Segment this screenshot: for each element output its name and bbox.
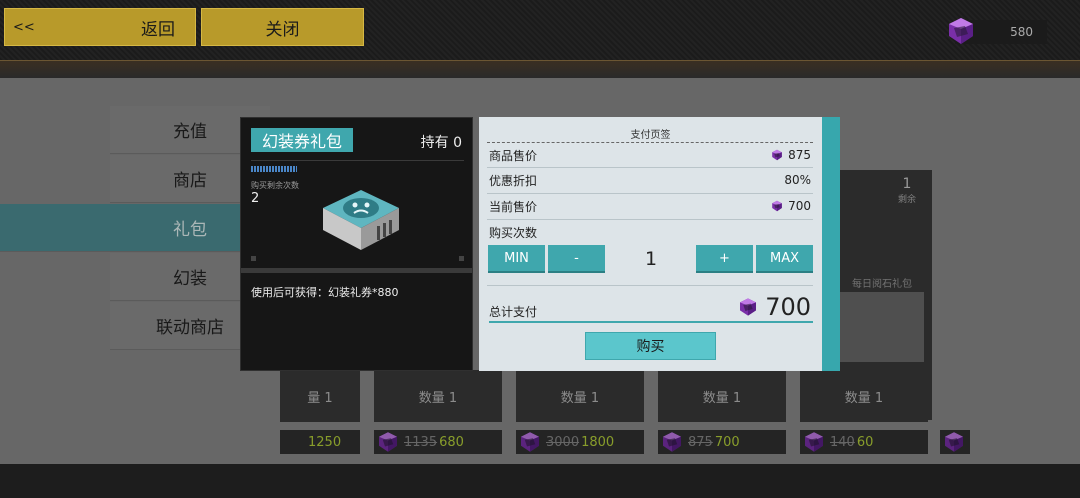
discount-label: 优惠折扣 xyxy=(489,173,538,188)
buy-button[interactable]: 购买 xyxy=(585,332,716,360)
gift-box-icon xyxy=(323,190,399,250)
divider xyxy=(241,268,472,273)
minus-button[interactable]: - xyxy=(548,245,605,273)
discount-row: 优惠折扣 80% xyxy=(489,169,811,191)
top-bar-divider xyxy=(0,60,1080,78)
remaining-purchases-label: 购买剩余次数 xyxy=(251,181,299,190)
max-button[interactable]: MAX xyxy=(756,245,813,273)
item-title: 幻装券礼包 xyxy=(251,128,353,152)
corner-marker xyxy=(459,256,464,261)
min-button[interactable]: MIN xyxy=(488,245,545,273)
total-value: 700 xyxy=(765,293,811,321)
current-price-label: 当前售价 xyxy=(489,199,538,214)
purple-gem-icon xyxy=(949,18,973,44)
remaining-purchases-value: 2 xyxy=(251,191,260,206)
bottom-bar xyxy=(0,464,1080,498)
item-detail-panel: 幻装券礼包 持有 0 购买剩余次数 2 使用后可获得：幻装礼券*880 xyxy=(240,117,473,371)
divider xyxy=(487,193,813,194)
plus-button[interactable]: + xyxy=(696,245,753,273)
purple-gem-icon xyxy=(740,298,757,316)
back-chevron-icon: << xyxy=(13,19,35,35)
divider xyxy=(487,167,813,168)
item-description: 使用后可获得：幻装礼券*880 xyxy=(251,286,399,299)
divider xyxy=(487,142,813,143)
payment-panel: 支付页签 商品售价 875 优惠折扣 80% 当前售价 700 购买次数 MIN… xyxy=(479,117,822,371)
back-button-label: 返回 xyxy=(141,19,175,40)
owned-count: 持有 0 xyxy=(420,135,462,151)
purchase-limit-bar xyxy=(251,166,297,172)
currency-amount: 580 xyxy=(1010,25,1033,39)
price-value: 875 xyxy=(788,148,811,162)
total-label: 总计支付 xyxy=(489,305,538,319)
price-row: 商品售价 875 xyxy=(489,144,811,166)
divider xyxy=(487,219,813,220)
quantity-value: 1 xyxy=(644,248,658,270)
current-price-value: 700 xyxy=(788,199,811,213)
total-row: 总计支付 700 xyxy=(489,293,813,323)
purple-gem-icon xyxy=(772,200,782,212)
close-button[interactable]: 关闭 xyxy=(201,8,364,46)
quantity-label: 购买次数 xyxy=(489,225,538,240)
divider xyxy=(487,285,813,286)
divider xyxy=(251,160,464,161)
price-label: 商品售价 xyxy=(489,148,538,163)
payment-title: 支付页签 xyxy=(630,130,671,141)
current-price-row: 当前售价 700 xyxy=(489,195,811,217)
quantity-label-row: 购买次数 xyxy=(489,221,811,243)
corner-marker xyxy=(251,256,256,261)
payment-panel-edge xyxy=(822,117,840,371)
purple-gem-icon xyxy=(772,149,782,161)
back-button[interactable]: << 返回 xyxy=(4,8,196,46)
discount-value: 80% xyxy=(784,173,811,187)
